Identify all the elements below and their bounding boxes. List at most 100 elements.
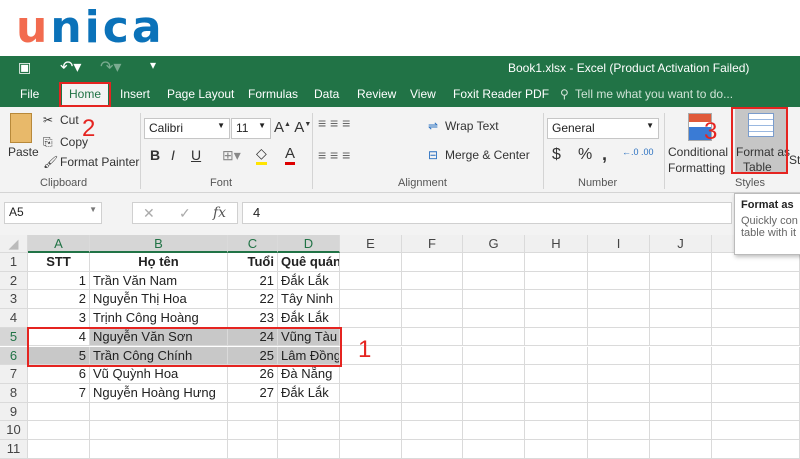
row-header[interactable]: 8 xyxy=(0,383,28,403)
cell[interactable] xyxy=(402,253,463,272)
cell[interactable] xyxy=(28,402,90,422)
cell[interactable] xyxy=(525,327,588,347)
row-header[interactable]: 2 xyxy=(0,271,28,291)
cell[interactable] xyxy=(463,383,525,403)
cell[interactable] xyxy=(588,365,650,384)
column-header[interactable]: E xyxy=(340,235,402,253)
cell[interactable] xyxy=(588,346,650,366)
cell[interactable]: Vũ Quỳnh Hoa xyxy=(90,365,228,384)
cell[interactable] xyxy=(340,421,402,440)
cell[interactable] xyxy=(463,421,525,440)
cell[interactable] xyxy=(712,365,800,384)
cell[interactable] xyxy=(650,421,712,440)
cell[interactable] xyxy=(278,421,340,440)
paste-button[interactable]: Paste xyxy=(8,145,39,159)
cell[interactable] xyxy=(402,440,463,459)
font-name-select[interactable]: Calibri ▼ xyxy=(144,118,230,139)
font-size-select[interactable]: 11 ▼ xyxy=(231,118,271,139)
row-header[interactable]: 9 xyxy=(0,402,28,422)
cell[interactable] xyxy=(525,309,588,328)
column-header[interactable]: B xyxy=(90,235,228,253)
cell[interactable]: 23 xyxy=(228,309,278,328)
cell[interactable] xyxy=(525,440,588,459)
cell[interactable] xyxy=(402,421,463,440)
cell[interactable] xyxy=(650,402,712,422)
cell[interactable] xyxy=(463,346,525,366)
undo-icon[interactable]: ↶▾ xyxy=(60,57,81,77)
cell[interactable] xyxy=(650,383,712,403)
customize-qat-icon[interactable]: ▾ xyxy=(150,58,156,72)
cell[interactable] xyxy=(588,402,650,422)
cell[interactable]: Tây Ninh xyxy=(278,290,340,310)
cell[interactable]: 7 xyxy=(28,383,90,403)
format-painter-icon[interactable]: 🖌 xyxy=(43,155,58,169)
cell[interactable] xyxy=(340,309,402,328)
cell[interactable] xyxy=(28,440,90,459)
cell[interactable] xyxy=(463,309,525,328)
cell[interactable] xyxy=(588,421,650,440)
cell[interactable] xyxy=(278,402,340,422)
cell[interactable] xyxy=(402,365,463,384)
column-header[interactable]: I xyxy=(588,235,650,253)
merge-center-button[interactable]: Merge & Center xyxy=(445,148,530,162)
name-box[interactable]: A5 ▼ xyxy=(4,202,102,224)
cell[interactable] xyxy=(525,365,588,384)
cell[interactable] xyxy=(340,383,402,403)
number-format-select[interactable]: General ▼ xyxy=(547,118,659,139)
cell[interactable] xyxy=(228,440,278,459)
align-left-icons[interactable]: ≡ ≡ ≡ xyxy=(318,147,350,163)
cell[interactable] xyxy=(463,290,525,310)
cell[interactable] xyxy=(463,271,525,291)
italic-button[interactable]: I xyxy=(171,147,175,163)
cell[interactable] xyxy=(525,383,588,403)
cell[interactable]: Nguyễn Thị Hoa xyxy=(90,290,228,310)
cell[interactable] xyxy=(650,327,712,347)
align-top-icons[interactable]: ≡ ≡ ≡ xyxy=(318,115,350,131)
cell[interactable]: Tuổi xyxy=(228,253,278,272)
tab-page-layout[interactable]: Page Layout xyxy=(167,87,234,101)
cell[interactable] xyxy=(463,253,525,272)
cell[interactable] xyxy=(525,402,588,422)
column-header[interactable]: F xyxy=(402,235,463,253)
underline-button[interactable]: U xyxy=(191,147,201,163)
cell[interactable]: Đà Nẵng xyxy=(278,365,340,384)
cell[interactable] xyxy=(588,383,650,403)
cell[interactable] xyxy=(463,327,525,347)
cell[interactable]: 6 xyxy=(28,365,90,384)
cell[interactable] xyxy=(463,402,525,422)
column-header[interactable]: J xyxy=(650,235,712,253)
cell[interactable]: 22 xyxy=(228,290,278,310)
cell[interactable]: 3 xyxy=(28,309,90,328)
cancel-icon[interactable]: ✕ xyxy=(143,205,155,222)
cell[interactable] xyxy=(278,440,340,459)
copy-icon[interactable]: ⎘ xyxy=(43,135,53,150)
cell[interactable] xyxy=(340,440,402,459)
row-header[interactable]: 3 xyxy=(0,290,28,310)
fill-color-icon[interactable]: ◇ xyxy=(256,145,267,165)
redo-icon[interactable]: ↷▾ xyxy=(100,57,121,77)
cell[interactable] xyxy=(525,346,588,366)
cell[interactable] xyxy=(228,421,278,440)
cut-icon[interactable]: ✂ xyxy=(43,113,53,127)
cell[interactable] xyxy=(650,253,712,272)
cell[interactable]: 1 xyxy=(28,271,90,291)
row-header[interactable]: 6 xyxy=(0,346,28,366)
column-header[interactable]: H xyxy=(525,235,588,253)
row-header[interactable]: 11 xyxy=(0,440,28,459)
cell[interactable]: 27 xyxy=(228,383,278,403)
cell-styles-button[interactable]: St xyxy=(789,153,800,167)
cell[interactable] xyxy=(525,290,588,310)
cell[interactable] xyxy=(90,402,228,422)
column-header[interactable]: D xyxy=(278,235,340,253)
row-header[interactable]: 7 xyxy=(0,365,28,384)
column-header[interactable]: A xyxy=(28,235,90,253)
cell[interactable] xyxy=(28,421,90,440)
cell[interactable]: Đắk Lắk xyxy=(278,383,340,403)
cell[interactable] xyxy=(588,309,650,328)
cell[interactable] xyxy=(463,365,525,384)
cell[interactable] xyxy=(340,402,402,422)
cell[interactable] xyxy=(712,271,800,291)
cell[interactable] xyxy=(588,440,650,459)
cell[interactable] xyxy=(228,402,278,422)
decimal-icons[interactable]: ←.0 .00 xyxy=(622,147,654,157)
